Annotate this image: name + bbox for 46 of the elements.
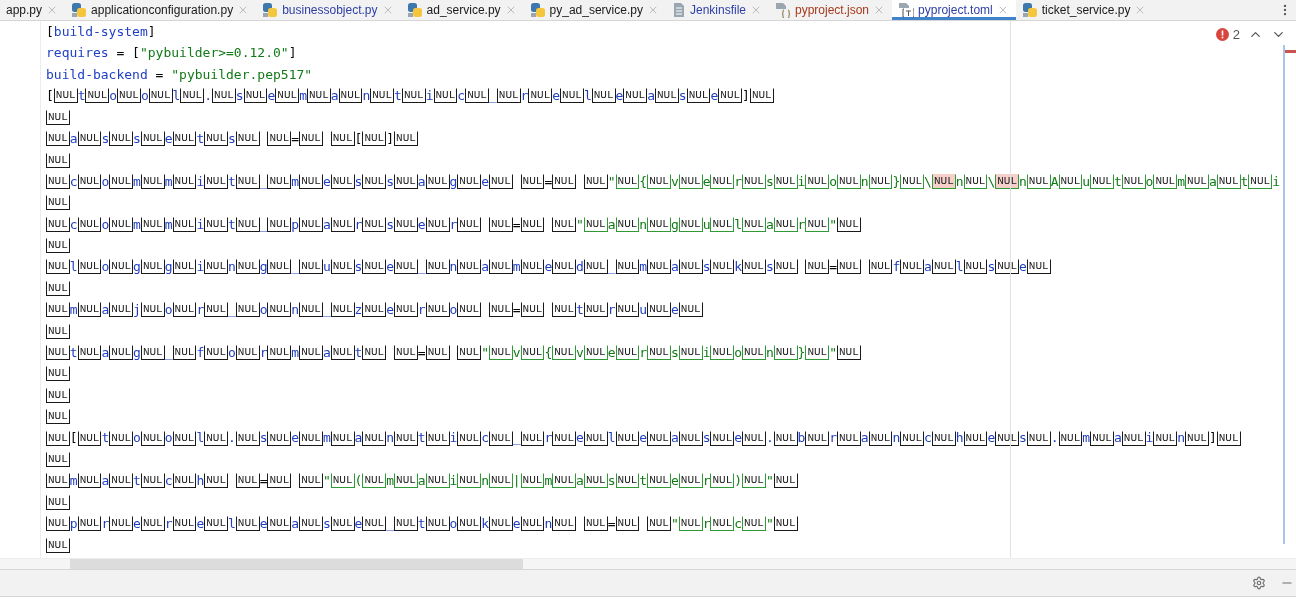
code-line: NUL <box>46 279 70 298</box>
code-line: NUL c NUL o NULm NUL m NUL i NUL t NUL_NUL p NUL a NUL r NUL s NUL e NUL r NUL NUL=NUL NUL"NUL a NUL n NUL g NUL u NUL l NUL a NUL r NUL"NUL <box>46 215 861 234</box>
text-file-icon <box>671 1 686 18</box>
python-file-icon <box>71 1 88 18</box>
settings-icon[interactable] <box>1252 576 1266 590</box>
code-line: NUL <box>46 194 70 213</box>
error-stripe <box>1285 50 1296 53</box>
editor-tab[interactable]: applicationconfiguration.py <box>65 0 257 20</box>
code-line: NUL t NUL a NULg NUL_NUL f NUL o NUL r NUL m NUL a NUL t NUL NUL=NUL NUL"NUL v NUL{NULv NUL e NUL r NUL s NUL i NUL o NUL n NUL}NUL"NUL <box>46 343 861 363</box>
editor-tab[interactable]: ticket_service.py <box>1015 0 1154 20</box>
horizontal-scrollbar[interactable] <box>0 558 1296 569</box>
code-line: NUL <box>46 536 70 555</box>
editor-tab[interactable]: businessobject.py <box>256 0 401 20</box>
editor-tab[interactable]: app.py <box>0 0 66 20</box>
code-line: NUL <box>46 408 70 427</box>
code-line: [NUL t NUL o NUL o NUL l NUL.NUL s NUL e NUL m NUL a NUL n NUL t NUL i NUL c NUL_NUL r NUL e NUL l NUL e NUL a NUL s NUL e NUL]NUL <box>46 87 774 106</box>
code-line: NUL <box>46 237 70 256</box>
code-line: requires = ["pybuilder>=0.12.0"] <box>46 44 297 63</box>
code-line: NUL <box>46 451 70 469</box>
code-line: NUL a NUL s NUL s NUL e NUL t NUL s NUL NUL=NUL NUL[NUL]NUL <box>46 129 418 149</box>
editor-tab[interactable]: Jenkinsfile <box>665 0 769 20</box>
json-file-icon <box>775 1 791 18</box>
python-file-icon <box>529 1 546 18</box>
code-line: NUL <box>46 322 70 341</box>
python-file-icon <box>406 1 423 18</box>
code-line: NUL m NUL a NUL t NUL c NUL h NUL NUL=NUL NUL"NUL(NUL m NUL a NUL i NUL n NUL|NUL m NUL a NUL s NUL t NUL e NUL r NUL)NUL"NUL <box>46 472 798 491</box>
editor-tab[interactable]: pyproject.json <box>769 0 893 20</box>
code-line: NUL <box>46 108 70 127</box>
editor-tab[interactable]: py_ad_service.py <box>523 0 666 20</box>
code-line: NUL <box>46 365 70 384</box>
code-line: NUL <box>46 386 70 405</box>
code-line: NUL <box>46 493 70 512</box>
toml-file-icon <box>898 1 915 18</box>
editor-tab[interactable]: ad_service.py <box>400 0 524 20</box>
code-line: NUL m NUL a NUL j NUL o NUL r NUL_NUL o NUL n NUL_NUL z NUL e NUL r NUL o NUL NUL=NUL NUL t NUL r NUL u NUL e NUL <box>46 301 703 320</box>
code-line: NUL c NUL o NULm NUL m NUL i NUL t NUL_NUL m NUL e NUL s NUL s NUL a NUL g NUL e NUL NUL=NUL NUL"NUL{NUL v NUL e NUL r NUL s NUL i NUL o NUL n NUL}NUL\NUL n NUL\NUL n NUL ANUL u NUL t NUL o NUL m NUL a NUL t NUL i <box>46 172 1280 191</box>
python-file-icon <box>262 1 279 18</box>
code-line: NUL[NUL t NUL o NUL o NUL l NUL.NUL s NUL e NUL mNUL a NUL n NUL t NUL i NUL c NUL_NUL r NULe NUL l NUL e NUL a NUL s NUL e NUL.NUL b NUL r NUL a NUL n NUL c NUL h NUL e NUL s NUL.NUL m NUL a NUL i NUL n NUL]NUL <box>46 429 1241 448</box>
code-line: NUL l NUL o NULg NUL g NUL i NUL n NUL g NUL_NUL u NUL s NUL e NUL_NUL n NUL a NUL m NUL e NULd NUL_NUL m NUL a NUL s NUL k NUL s NUL NUL=NUL NUL f NUL a NUL l NUL s NULe NUL <box>46 258 1051 277</box>
code-line: build-backend = "pybuilder.pep517" <box>46 65 313 84</box>
editor-tab[interactable]: pyproject.toml <box>892 0 1016 20</box>
error-count[interactable]: 2 <box>1215 27 1240 42</box>
code-line: NUL <box>46 151 70 170</box>
code-line: [build-system] <box>46 23 156 41</box>
code-line: NUL p NUL r NULe NUL r NUL e NUL l NUL e NUL a NUL s NUL e NUL_NUL t NUL o NUL k NUL e NUL n NUL NUL=NUL NUL"NUL r NUL c NUL"NUL <box>46 515 798 534</box>
python-file-icon <box>1021 1 1038 18</box>
